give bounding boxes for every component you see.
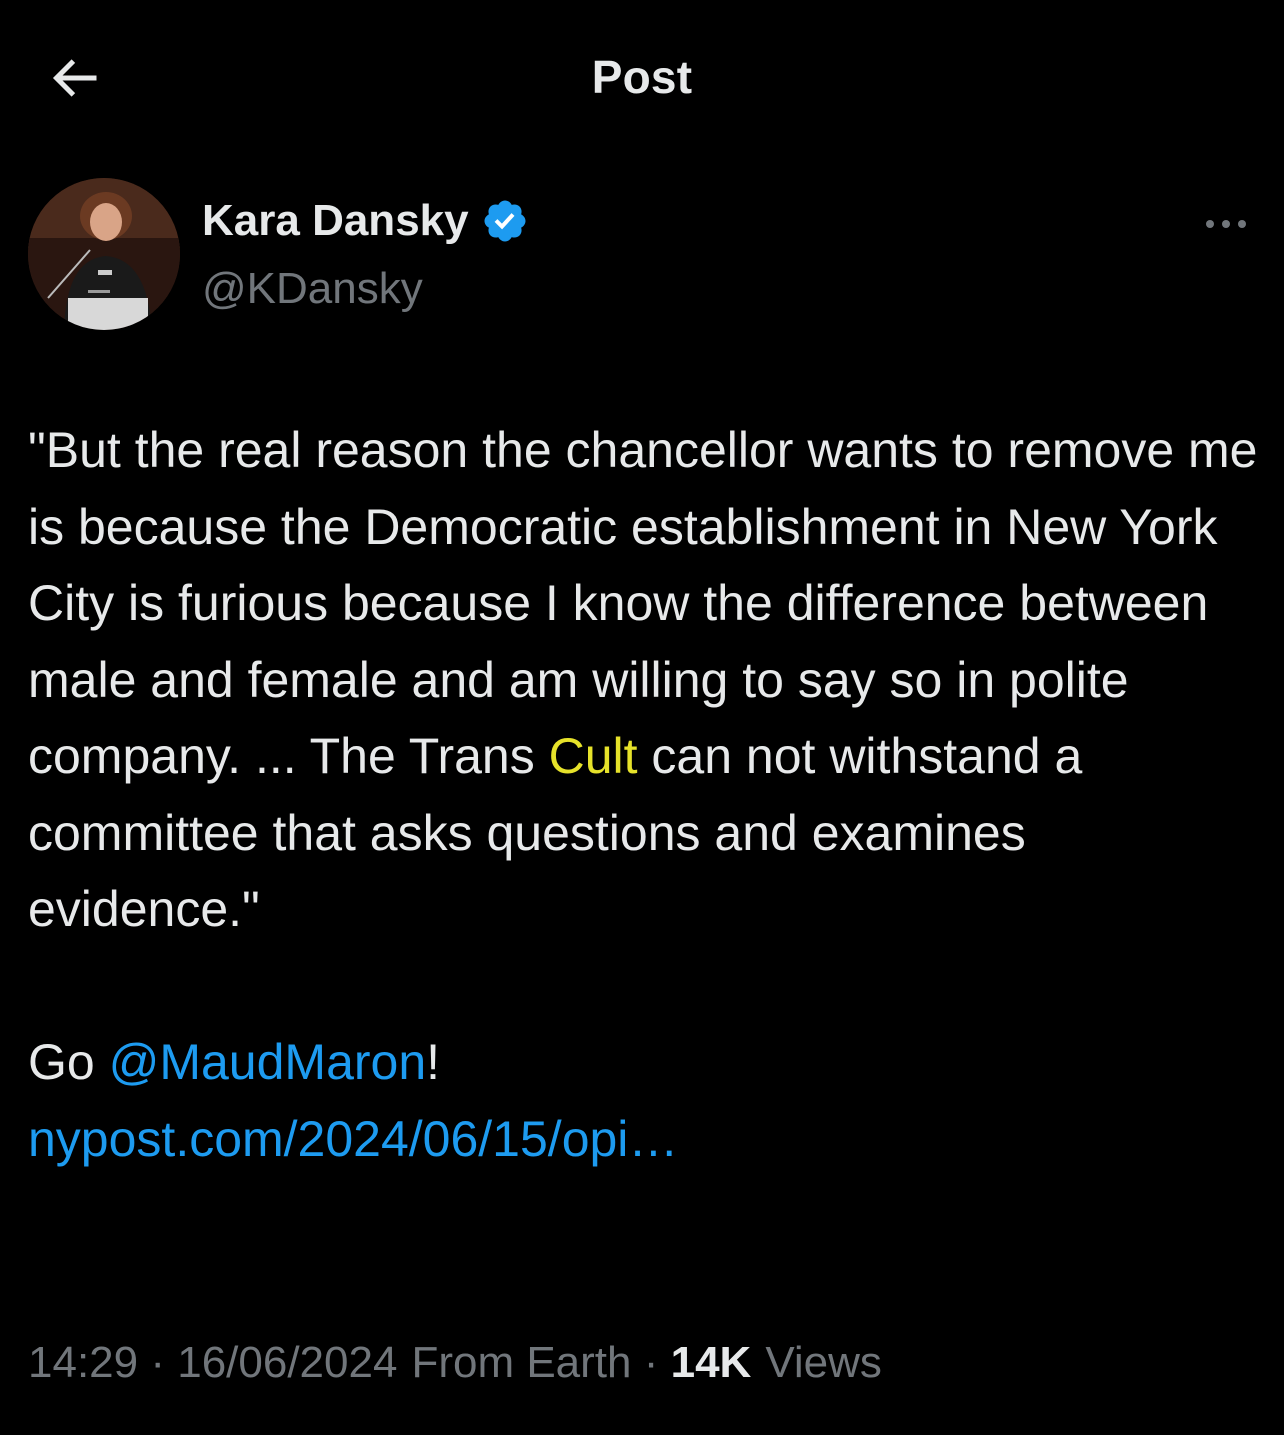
more-options-button[interactable] bbox=[1196, 204, 1256, 244]
verified-badge-icon bbox=[484, 200, 526, 242]
post-date[interactable]: 16/06/2024 bbox=[177, 1338, 397, 1387]
go-prefix: Go bbox=[28, 1034, 109, 1090]
post-time[interactable]: 14:29 bbox=[28, 1338, 138, 1387]
post-text: "But the real reason the chancellor want… bbox=[28, 412, 1264, 1177]
views-label[interactable]: Views bbox=[765, 1338, 882, 1387]
page-title: Post bbox=[591, 51, 693, 103]
more-horizontal-icon bbox=[1206, 220, 1246, 228]
avatar[interactable] bbox=[28, 178, 180, 330]
author-handle[interactable]: @KDansky bbox=[202, 264, 423, 314]
author-name-line: Kara Dansky bbox=[202, 196, 529, 246]
article-link[interactable]: nypost.com/2024/06/15/opi… bbox=[28, 1111, 678, 1167]
top-bar: Post bbox=[0, 0, 1284, 150]
post-author: Kara Dansky @KDansky bbox=[28, 178, 1256, 334]
mention-link[interactable]: @MaudMaron bbox=[109, 1034, 427, 1090]
author-name[interactable]: Kara Dansky bbox=[202, 196, 469, 246]
post-metadata: 14:29 · 16/06/2024 From Earth · 14K Views bbox=[28, 1338, 882, 1388]
views-count[interactable]: 14K bbox=[671, 1338, 752, 1387]
highlighted-word: Cult bbox=[548, 728, 638, 784]
go-suffix: ! bbox=[426, 1034, 441, 1090]
post-source: From Earth bbox=[411, 1338, 632, 1387]
meta-separator-2: · bbox=[631, 1338, 671, 1387]
meta-separator: · bbox=[138, 1338, 178, 1387]
